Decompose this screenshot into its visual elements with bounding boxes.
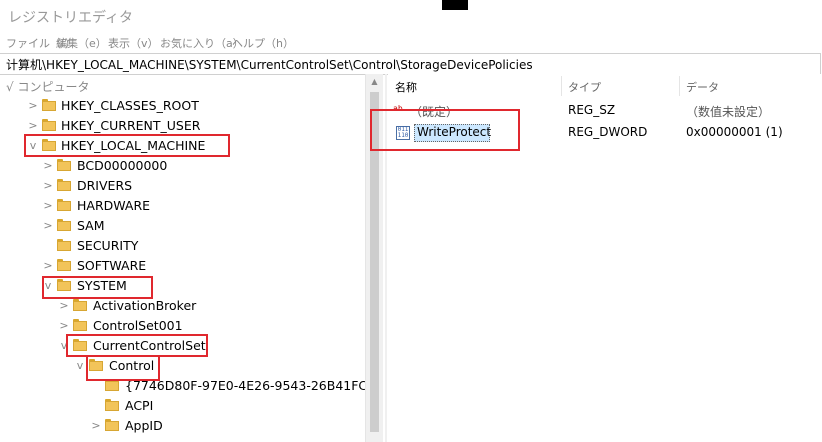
- scroll-up-arrow-icon[interactable]: ▲: [366, 74, 383, 90]
- highlight-box: [370, 109, 520, 151]
- tree-root-label: コンピュータ: [17, 80, 90, 94]
- tree-item-acpi[interactable]: ACPI: [0, 396, 365, 416]
- tree-item-guid[interactable]: {7746D80F-97E0-4E26-9543-26B41FC22F79}: [0, 376, 365, 396]
- chevron-down-icon[interactable]: v: [75, 359, 85, 372]
- tree-item-label: ControlSet001: [93, 318, 183, 333]
- column-header-data[interactable]: データ: [686, 79, 719, 95]
- tree-item-label: ActivationBroker: [93, 298, 197, 313]
- value-data: 0x00000001 (1): [686, 125, 783, 139]
- chevron-right-icon[interactable]: >: [59, 319, 69, 332]
- highlight-box: [42, 276, 153, 299]
- tree-item-appid[interactable]: > AppID: [0, 416, 365, 436]
- tree-item-label: HARDWARE: [77, 198, 151, 213]
- value-type: REG_DWORD: [568, 125, 648, 139]
- highlight-box: [66, 334, 208, 357]
- tree-item-label: SAM: [77, 218, 105, 233]
- tree-item-hardware[interactable]: > HARDWARE: [0, 196, 365, 216]
- folder-icon: [73, 319, 87, 331]
- tree-item-drivers[interactable]: > DRIVERS: [0, 176, 365, 196]
- highlight-box: [24, 134, 230, 157]
- chevron-right-icon[interactable]: >: [43, 179, 53, 192]
- column-divider[interactable]: [561, 76, 562, 96]
- chevron-right-icon[interactable]: >: [43, 259, 53, 272]
- folder-icon: [57, 159, 71, 171]
- folder-icon: [57, 219, 71, 231]
- tree-item-controlset001[interactable]: > ControlSet001: [0, 316, 365, 336]
- tree-item-label: {7746D80F-97E0-4E26-9543-26B41FC22F79}: [125, 378, 365, 393]
- column-divider[interactable]: [679, 76, 680, 96]
- tree-item-sam[interactable]: > SAM: [0, 216, 365, 236]
- tree-item-security[interactable]: SECURITY: [0, 236, 365, 256]
- chevron-down-icon[interactable]: √: [6, 80, 17, 94]
- key-tree[interactable]: √ コンピュータ > HKEY_CLASSES_ROOT > HKEY_CURR…: [0, 74, 366, 442]
- tree-item-hkey-current-user[interactable]: > HKEY_CURRENT_USER: [0, 116, 365, 136]
- tree-item-activationbroker[interactable]: > ActivationBroker: [0, 296, 365, 316]
- title-bar: レジストリエディタ: [0, 0, 822, 34]
- window-title: レジストリエディタ: [8, 10, 134, 26]
- tree-root-computer[interactable]: √ コンピュータ: [6, 78, 89, 95]
- folder-icon: [105, 399, 119, 411]
- menu-view[interactable]: 表示（v）: [108, 35, 159, 51]
- chevron-right-icon[interactable]: >: [59, 299, 69, 312]
- tree-item-label: AppID: [125, 418, 163, 433]
- folder-icon: [42, 99, 56, 111]
- tree-item-label: ACPI: [125, 398, 154, 413]
- menu-bar: ファイル（f） 編集（e） 表示（v） お気に入り（a） ヘルプ（h）: [0, 34, 822, 52]
- tree-item-label: DRIVERS: [77, 178, 133, 193]
- chevron-right-icon[interactable]: >: [91, 419, 101, 432]
- tree-item-label: BCD00000000: [77, 158, 168, 173]
- column-header-type[interactable]: タイプ: [568, 79, 601, 95]
- address-bar[interactable]: 计算机\HKEY_LOCAL_MACHINE\SYSTEM\CurrentCon…: [0, 53, 821, 75]
- tree-item-hkey-classes-root[interactable]: > HKEY_CLASSES_ROOT: [0, 96, 365, 116]
- tree-item-label: HKEY_CLASSES_ROOT: [61, 98, 199, 113]
- menu-edit[interactable]: 編集（e）: [56, 35, 107, 51]
- folder-icon: [57, 239, 71, 251]
- folder-icon: [57, 259, 71, 271]
- tree-item-control[interactable]: v Control: [0, 356, 365, 376]
- chevron-right-icon[interactable]: >: [43, 159, 53, 172]
- chevron-right-icon[interactable]: >: [43, 219, 53, 232]
- column-header-name[interactable]: 名称: [395, 79, 417, 95]
- tree-item-label: SOFTWARE: [77, 258, 147, 273]
- value-type: REG_SZ: [568, 103, 616, 117]
- tree-item-label: HKEY_CURRENT_USER: [61, 118, 201, 133]
- highlight-box: [86, 355, 160, 381]
- folder-icon: [105, 419, 119, 431]
- tree-item-label: SECURITY: [77, 238, 139, 253]
- caption-button[interactable]: [442, 0, 468, 10]
- folder-icon: [42, 119, 56, 131]
- address-path[interactable]: 计算机\HKEY_LOCAL_MACHINE\SYSTEM\CurrentCon…: [6, 56, 533, 73]
- chevron-right-icon[interactable]: >: [43, 199, 53, 212]
- tree-item-bcd00000000[interactable]: > BCD00000000: [0, 156, 365, 176]
- value-data: （数值未設定）: [686, 105, 771, 119]
- folder-icon: [57, 199, 71, 211]
- tree-item-software[interactable]: > SOFTWARE: [0, 256, 365, 276]
- folder-icon: [73, 299, 87, 311]
- folder-icon: [57, 179, 71, 191]
- chevron-right-icon[interactable]: >: [28, 99, 38, 112]
- chevron-right-icon[interactable]: >: [28, 119, 38, 132]
- menu-help[interactable]: ヘルプ（h）: [232, 35, 294, 51]
